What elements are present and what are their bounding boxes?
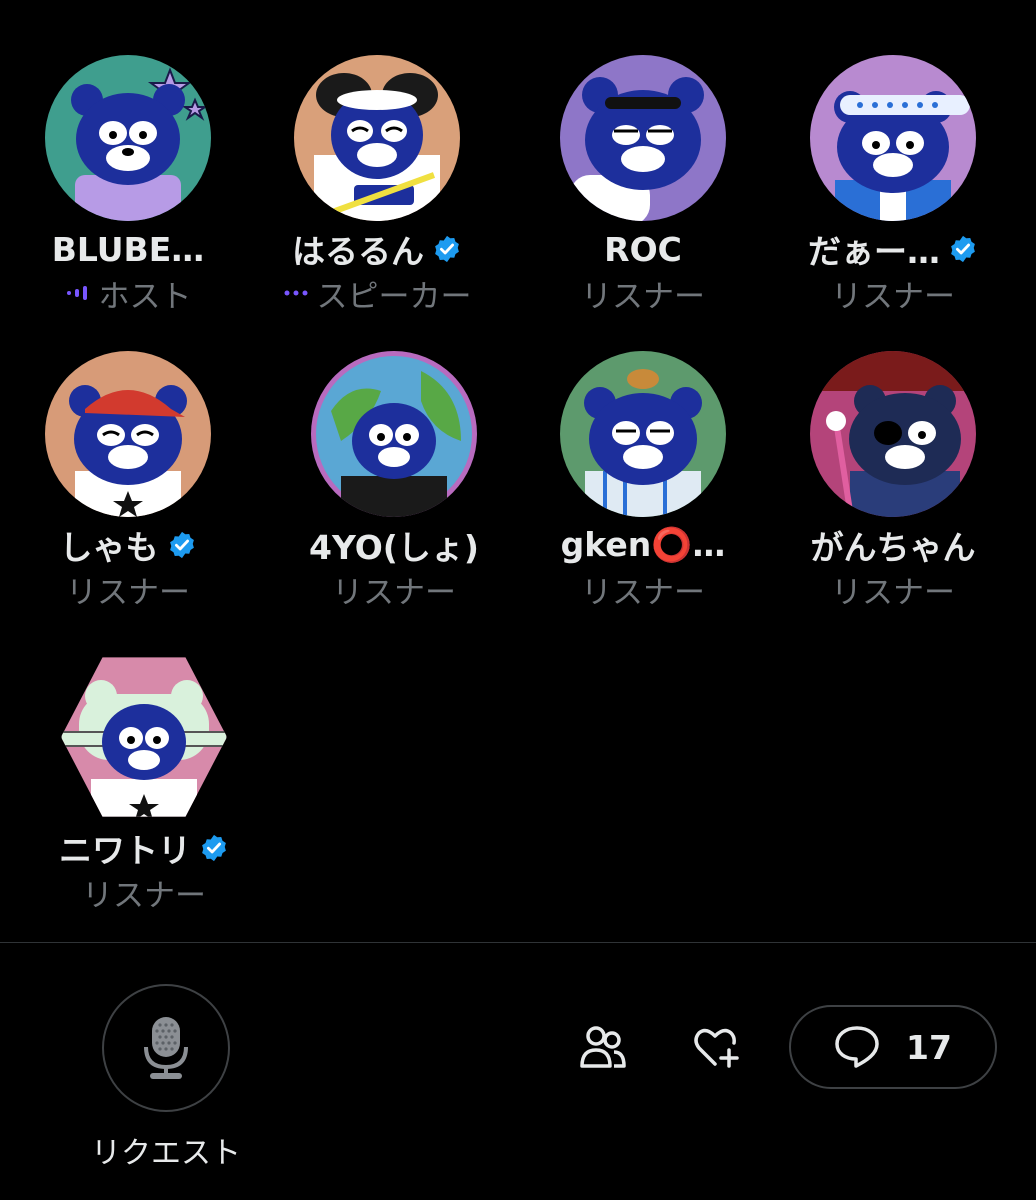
request-label: リクエスト xyxy=(91,1136,241,1171)
participant-name: BLUBE… xyxy=(51,229,205,269)
avatar[interactable] xyxy=(560,55,726,221)
bear-avatar-image xyxy=(311,351,477,517)
avatar[interactable] xyxy=(45,55,211,221)
participant-name: がんちゃん xyxy=(810,528,976,567)
verified-badge-icon xyxy=(169,531,194,559)
participant-role: リスナー xyxy=(332,574,456,611)
participant-name: gken⭕… xyxy=(560,525,726,564)
request-mic-button[interactable] xyxy=(102,984,230,1112)
verified-badge-icon xyxy=(202,834,226,862)
people-button[interactable] xyxy=(573,1017,633,1077)
divider xyxy=(0,942,1036,943)
bear-avatar-image xyxy=(45,351,211,517)
bear-avatar-image xyxy=(810,351,976,517)
avatar[interactable] xyxy=(45,351,211,517)
bear-avatar-image xyxy=(294,55,460,221)
bear-avatar-image xyxy=(45,55,211,221)
avatar[interactable] xyxy=(810,351,976,517)
participant-name: しゃも xyxy=(59,528,159,567)
participant-name: はるるん xyxy=(292,232,424,271)
people-icon xyxy=(580,1026,626,1068)
bear-avatar-image xyxy=(61,657,227,817)
participant-name: ROC xyxy=(604,229,682,269)
verified-badge-icon xyxy=(951,235,975,263)
participant-role: リスナー xyxy=(82,877,206,914)
participant-role: リスナー xyxy=(66,574,190,611)
avatar[interactable] xyxy=(560,351,726,517)
comments-button[interactable]: 17 xyxy=(789,1005,997,1089)
avatar[interactable] xyxy=(810,55,976,221)
participant-role: リスナー xyxy=(581,574,705,611)
participant-role: ホスト xyxy=(98,278,192,315)
microphone-icon xyxy=(144,1017,188,1079)
participant-role: リスナー xyxy=(581,278,705,315)
verified-badge-icon xyxy=(435,235,459,263)
participant-role: リスナー xyxy=(831,574,955,611)
dots-icon xyxy=(284,290,307,296)
participant-name: ニワトリ xyxy=(59,831,191,870)
avatar[interactable] xyxy=(294,55,460,221)
avatar[interactable] xyxy=(311,351,477,517)
comment-count: 17 xyxy=(906,1027,952,1067)
bear-avatar-image xyxy=(810,55,976,221)
heart-plus-icon xyxy=(694,1028,739,1068)
comment-bubble-icon xyxy=(835,1026,879,1068)
bear-avatar-image xyxy=(560,55,726,221)
participant-name: 4YO(しょ) xyxy=(309,528,479,567)
speaking-bars-icon xyxy=(66,286,87,300)
participant-role: リスナー xyxy=(831,278,955,315)
participant-name: だぁー… xyxy=(808,232,940,271)
avatar[interactable] xyxy=(61,657,227,817)
heart-plus-button[interactable] xyxy=(686,1017,746,1077)
bear-avatar-image xyxy=(560,351,726,517)
participant-role: スピーカー xyxy=(316,278,472,315)
